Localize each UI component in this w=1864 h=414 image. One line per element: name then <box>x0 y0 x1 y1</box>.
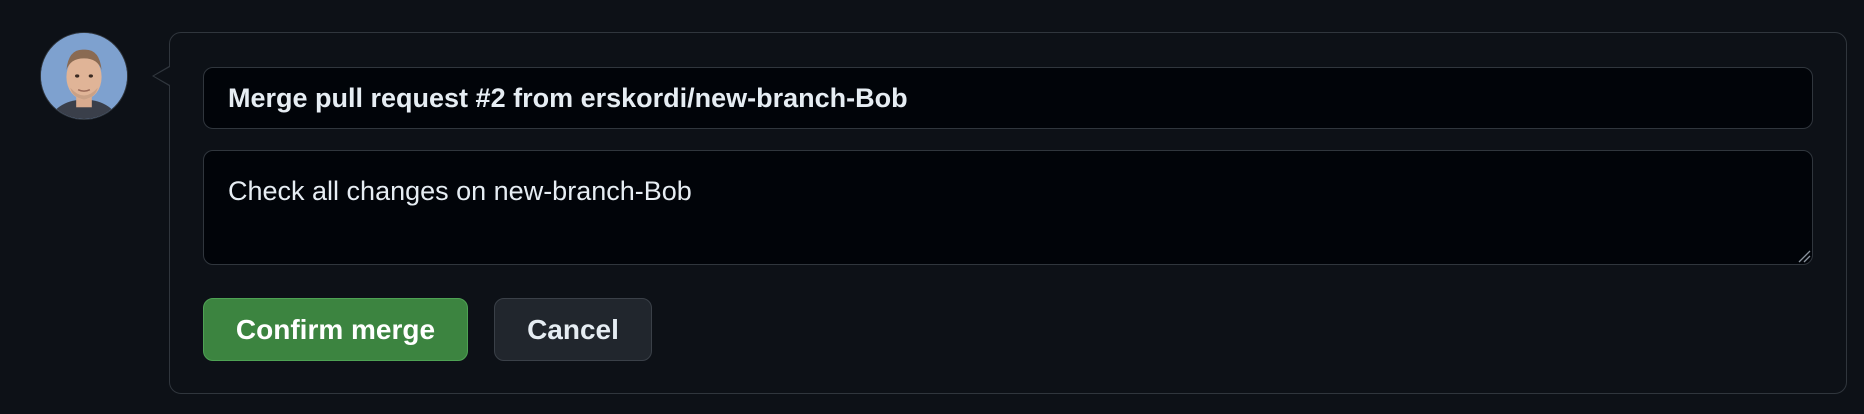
user-avatar[interactable] <box>40 32 128 120</box>
commit-message-textarea[interactable]: Check all changes on new-branch-Bob <box>203 150 1813 265</box>
confirm-merge-button[interactable]: Confirm merge <box>203 298 468 361</box>
avatar-icon <box>41 33 127 119</box>
resize-grip-icon[interactable] <box>1797 249 1811 263</box>
cancel-button[interactable]: Cancel <box>494 298 652 361</box>
comment-caret-fill <box>154 67 170 85</box>
commit-title-input[interactable] <box>203 67 1813 129</box>
